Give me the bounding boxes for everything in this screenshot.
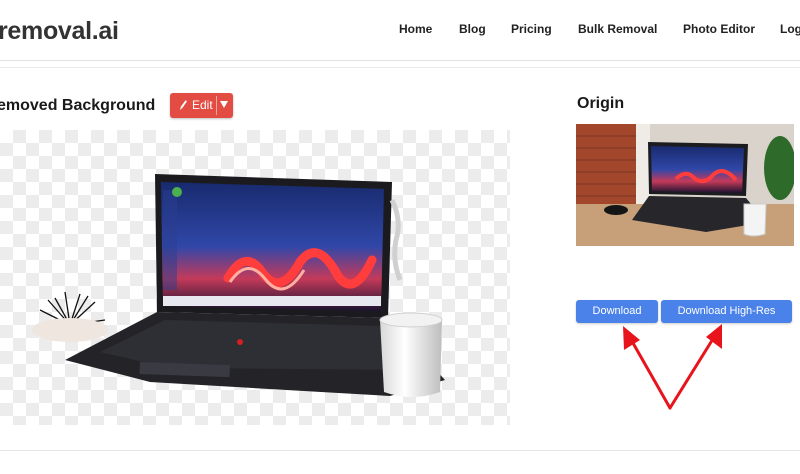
edit-label: Edit	[192, 98, 213, 112]
edit-divider	[216, 96, 217, 115]
result-image	[0, 130, 510, 425]
original-photo	[576, 124, 794, 246]
origin-title: Origin	[577, 95, 625, 112]
removed-background-title: emoved Background	[0, 97, 156, 114]
nav-home[interactable]: Home	[399, 22, 432, 36]
nav-bulk-removal[interactable]: Bulk Removal	[578, 22, 657, 36]
caret-down-icon[interactable]	[220, 101, 228, 108]
pencil-icon	[180, 100, 187, 110]
nav-login[interactable]: Log	[780, 22, 800, 36]
footer-divider	[0, 450, 800, 451]
site-header: removal.ai Home Blog Pricing Bulk Remova…	[0, 0, 800, 61]
nav-pricing[interactable]: Pricing	[511, 22, 552, 36]
removed-background-photo	[31, 174, 445, 397]
logo[interactable]: removal.ai	[0, 17, 119, 46]
nav-photo-editor[interactable]: Photo Editor	[683, 22, 755, 36]
edit-button[interactable]: Edit	[170, 93, 233, 118]
annotation-arrows	[623, 324, 722, 410]
nav-blog[interactable]: Blog	[459, 22, 486, 36]
divider	[0, 67, 800, 68]
origin-image	[576, 124, 794, 246]
